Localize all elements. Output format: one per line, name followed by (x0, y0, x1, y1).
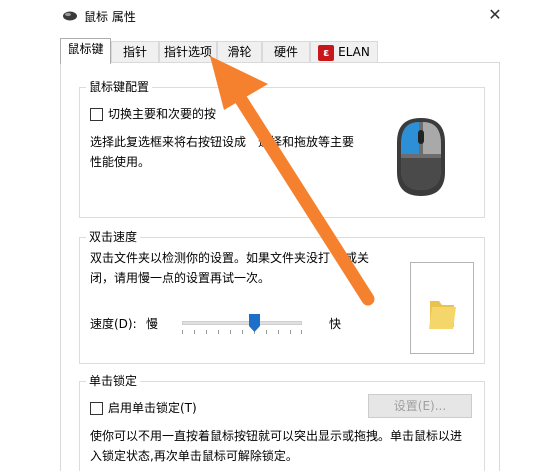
tab-buttons[interactable]: 鼠标键 (60, 38, 111, 64)
tab-label: 鼠标键 (67, 42, 104, 56)
annotation-arrow (210, 56, 375, 306)
